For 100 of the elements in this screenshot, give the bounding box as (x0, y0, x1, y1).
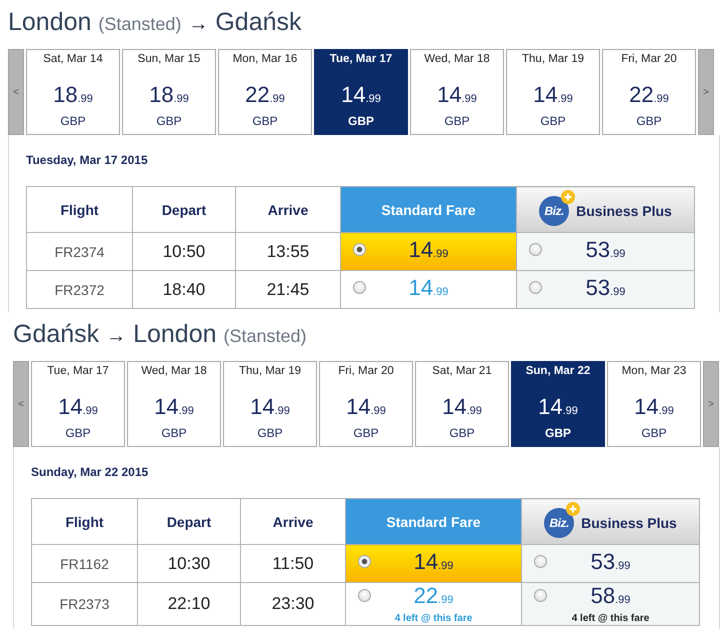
table-cell: FR1162 (32, 544, 138, 582)
date-label: Wed, Mar 18 (424, 52, 490, 67)
fare-header-label: Business Plus (581, 515, 677, 531)
date-card[interactable]: Tue, Mar 17 14.99 GBP (31, 361, 125, 447)
fare-cell[interactable]: 14.99 (346, 544, 522, 582)
date-label: Thu, Mar 19 (522, 52, 584, 67)
date-label: Sat, Mar 14 (43, 52, 103, 67)
radio-button[interactable] (353, 280, 366, 294)
fare-price: 53.99 (586, 236, 626, 264)
price-text: 22.99 (629, 83, 669, 109)
fare-price: 14.99 (414, 548, 454, 576)
currency-label: GBP (449, 425, 475, 441)
currency-label: GBP (540, 113, 566, 129)
table-cell: 10:50 (132, 232, 236, 270)
fare-price: 14.99 (408, 236, 448, 264)
date-card[interactable]: Fri, Mar 20 14.99 GBP (319, 361, 413, 447)
radio-button[interactable] (529, 280, 542, 294)
currency-label: GBP (161, 425, 187, 441)
currency-label: GBP (444, 113, 470, 129)
table-cell: 22:10 (138, 582, 240, 626)
price-text: 14.99 (154, 395, 194, 421)
date-label: Fri, Mar 20 (621, 52, 677, 67)
date-card[interactable]: Mon, Mar 23 14.99 GBP (607, 361, 701, 447)
date-card[interactable]: Mon, Mar 16 22.99 GBP (218, 49, 312, 135)
date-label: Sun, Mar 15 (138, 52, 200, 67)
radio-button[interactable] (534, 554, 547, 568)
biz-logo: Biz. (544, 508, 574, 538)
fare-note: 4 left @ this fare (572, 613, 650, 625)
price-text: 14.99 (533, 83, 573, 109)
date-card[interactable]: Wed, Mar 18 14.99 GBP (410, 49, 504, 135)
column-header: Flight (32, 498, 138, 544)
date-card[interactable]: Sun, Mar 22 14.99 GBP (511, 361, 605, 447)
date-label: Fri, Mar 20 (338, 364, 394, 379)
fare-cell[interactable]: 53.99 (516, 270, 694, 308)
price-text: 14.99 (341, 83, 381, 109)
table-cell: FR2373 (32, 582, 138, 626)
table-cell: 10:30 (138, 544, 240, 582)
date-card[interactable]: Sat, Mar 21 14.99 GBP (415, 361, 509, 447)
date-label: Tue, Mar 17 (330, 52, 392, 67)
date-heading: Sunday, Mar 22 2015 (31, 464, 148, 480)
date-label: Tue, Mar 17 (47, 364, 109, 379)
radio-button[interactable] (534, 589, 547, 602)
next-dates-button[interactable]: > (698, 49, 714, 135)
fare-price: 53.99 (590, 548, 630, 576)
previous-dates-button[interactable]: < (8, 49, 24, 135)
fare-cell[interactable]: 14.99 (340, 232, 516, 270)
price-text: 14.99 (437, 83, 477, 109)
currency-label: GBP (641, 425, 667, 441)
column-header: Depart (132, 186, 236, 232)
radio-button[interactable] (358, 554, 371, 568)
column-header: Depart (138, 498, 240, 544)
plus-icon (561, 190, 576, 204)
date-card[interactable]: Tue, Mar 17 14.99 GBP (314, 49, 408, 135)
price-text: 14.99 (250, 395, 290, 421)
route-title: London (Stansted) → Gdańsk (8, 7, 302, 38)
fare-header-label: Business Plus (576, 203, 672, 219)
fare-header: Standard Fare (346, 498, 522, 544)
plus-icon (566, 502, 580, 516)
fare-cell[interactable]: 53.99 (522, 544, 700, 582)
currency-label: GBP (257, 425, 283, 441)
fare-price: 53.99 (586, 274, 626, 302)
price-text: 22.99 (245, 83, 285, 109)
date-label: Sun, Mar 22 (526, 364, 590, 379)
previous-dates-button[interactable]: < (13, 361, 29, 447)
column-header: Arrive (236, 186, 340, 232)
fare-cell[interactable]: 58.99 4 left @ this fare (522, 582, 700, 626)
fare-price: 58.99 (590, 583, 630, 610)
radio-button[interactable] (353, 242, 366, 256)
fare-header: Standard Fare (340, 186, 516, 232)
currency-label: GBP (60, 113, 86, 129)
price-text: 18.99 (149, 83, 189, 109)
next-dates-button[interactable]: > (703, 361, 719, 447)
column-header: Flight (26, 186, 132, 232)
column-header: Arrive (240, 498, 346, 544)
date-heading: Tuesday, Mar 17 2015 (26, 152, 148, 168)
currency-label: GBP (65, 425, 91, 441)
date-card[interactable]: Wed, Mar 18 14.99 GBP (127, 361, 221, 447)
fare-price: 22.99 (414, 583, 454, 610)
table-cell: FR2372 (26, 270, 132, 308)
price-text: 14.99 (58, 395, 98, 421)
price-text: 14.99 (442, 395, 482, 421)
date-label: Sat, Mar 21 (432, 364, 492, 379)
price-text: 14.99 (346, 395, 386, 421)
table-cell: 18:40 (132, 270, 236, 308)
route-title: Gdańsk → London (Stansted) (13, 319, 307, 350)
table-cell: FR2374 (26, 232, 132, 270)
date-card[interactable]: Thu, Mar 19 14.99 GBP (506, 49, 600, 135)
date-card[interactable]: Thu, Mar 19 14.99 GBP (223, 361, 317, 447)
date-label: Thu, Mar 19 (239, 364, 301, 379)
date-label: Mon, Mar 16 (232, 52, 298, 67)
currency-label: GBP (156, 113, 182, 129)
date-card[interactable]: Fri, Mar 20 22.99 GBP (602, 49, 696, 135)
fare-cell[interactable]: 53.99 (516, 232, 694, 270)
currency-label: GBP (252, 113, 278, 129)
fare-price: 14.99 (408, 274, 448, 302)
date-card[interactable]: Sun, Mar 15 18.99 GBP (122, 49, 216, 135)
date-card[interactable]: Sat, Mar 14 18.99 GBP (26, 49, 120, 135)
radio-button[interactable] (358, 589, 371, 602)
radio-button[interactable] (529, 242, 542, 256)
currency-label: GBP (544, 425, 571, 441)
